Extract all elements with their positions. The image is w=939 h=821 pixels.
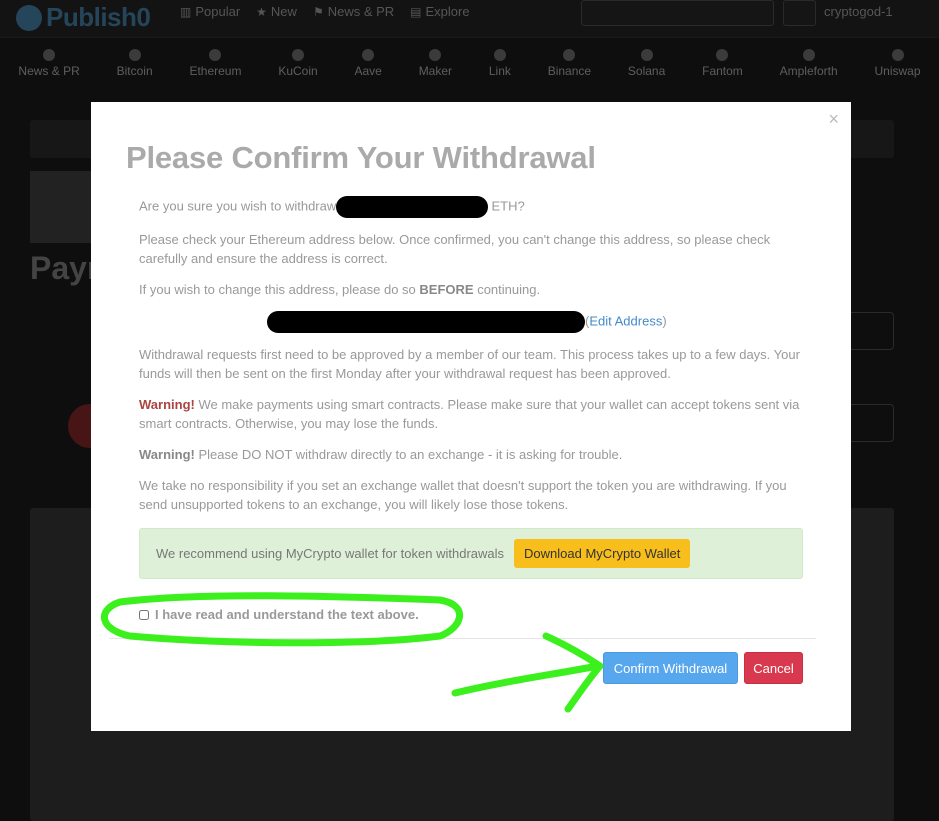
redacted-amount [335,196,488,218]
download-mycrypto-button[interactable]: Download MyCrypto Wallet [514,539,691,568]
approval-notice: Withdrawal requests first need to be app… [139,347,800,381]
before-emphasis: BEFORE [419,282,474,297]
agree-label: I have read and understand the text abov… [155,607,419,622]
exchange-warning: Warning! Please DO NOT withdraw directly… [139,447,623,462]
confirm-withdrawal-button[interactable]: Confirm Withdrawal [603,652,738,684]
smart-contract-warning: Warning! We make payments using smart co… [139,397,800,431]
withdraw-amount-text: Are you sure you wish to withdraw ETH? [139,196,804,218]
agree-checkbox-row[interactable]: I have read and understand the text abov… [139,607,419,622]
mycrypto-recommendation: We recommend using MyCrypto wallet for t… [139,528,803,579]
address-notice: Please check your Ethereum address below… [139,232,771,266]
recommend-text: We recommend using MyCrypto wallet for t… [156,546,505,561]
redacted-address [267,311,585,333]
warning-label: Warning! [139,397,195,412]
warning-label: Warning! [139,447,195,462]
agree-checkbox[interactable] [139,609,149,620]
responsibility-notice: We take no responsibility if you set an … [139,478,787,512]
footer-divider [109,638,816,639]
modal-body: Are you sure you wish to withdraw ETH? P… [139,196,804,526]
withdrawal-confirm-modal: × Please Confirm Your Withdrawal Are you… [91,102,851,731]
eth-address-line: (Edit Address) [139,311,804,333]
change-address-notice: If you wish to change this address, plea… [139,282,541,297]
cancel-button[interactable]: Cancel [744,652,803,684]
edit-address-link[interactable]: Edit Address [589,313,662,328]
close-icon[interactable]: × [828,110,839,128]
modal-title: Please Confirm Your Withdrawal [126,140,596,175]
